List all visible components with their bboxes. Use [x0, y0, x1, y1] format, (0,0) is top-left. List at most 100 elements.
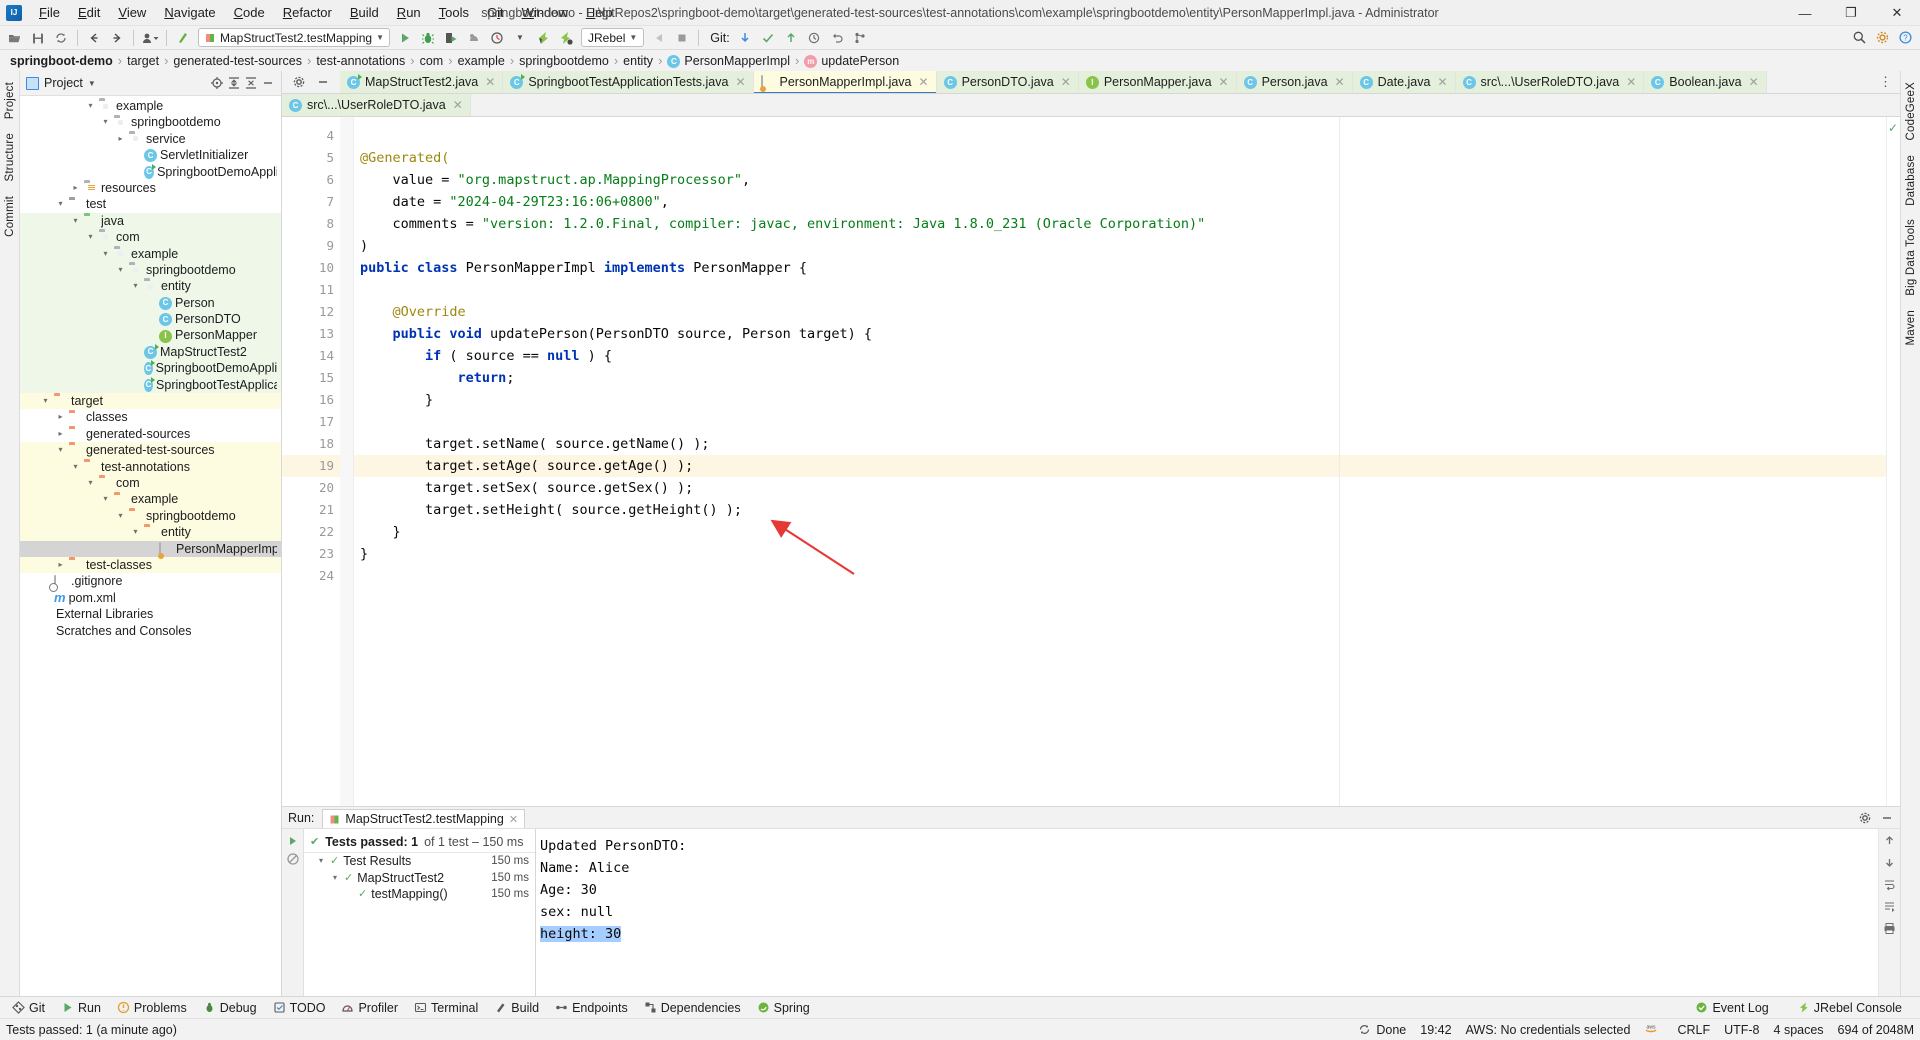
tree-node-generated-test-sources[interactable]: ▾generated-test-sources — [20, 442, 281, 458]
error-stripe-marker-bar[interactable]: ✓ — [1886, 117, 1900, 806]
rail-item-maven[interactable]: Maven — [1905, 303, 1917, 353]
tree-node-personmapperimpl-java[interactable]: PersonMapperImpl.java — [20, 541, 281, 557]
breadcrumb-item-8[interactable]: C PersonMapperImpl — [663, 53, 794, 69]
menu-tools[interactable]: Tools — [430, 1, 478, 24]
breadcrumb-item-9[interactable]: m updatePerson — [800, 53, 903, 69]
rail-item-commit[interactable]: Commit — [4, 189, 16, 244]
toolwindow-profiler[interactable]: Profiler — [333, 999, 406, 1017]
back-icon[interactable] — [83, 28, 105, 48]
hide-icon[interactable] — [261, 76, 275, 90]
hide-icon[interactable] — [316, 75, 330, 89]
tree-node-example[interactable]: ▾example — [20, 246, 281, 262]
tree-node-gitignore[interactable]: .gitignore — [20, 573, 281, 589]
menu-navigate[interactable]: Navigate — [155, 1, 224, 24]
git-update-icon[interactable] — [734, 28, 756, 48]
tree-node-springbootdemoapplicationtests[interactable]: CSpringbootDemoApplicationTests — [20, 360, 281, 376]
chevron-right-icon[interactable]: ▸ — [70, 180, 81, 196]
status-done[interactable]: Done — [1358, 1023, 1406, 1037]
toolwindow-terminal[interactable]: Terminal — [406, 999, 486, 1017]
editor-tab-personmapperimpl-java[interactable]: PersonMapperImpl.java✕ — [754, 71, 937, 93]
scroll-up-icon[interactable] — [1883, 834, 1896, 847]
tree-node-persondto[interactable]: CPersonDTO — [20, 311, 281, 327]
chevron-right-icon[interactable]: ▸ — [55, 409, 66, 425]
stop-icon[interactable] — [671, 28, 693, 48]
editor-tab-date-java[interactable]: CDate.java✕ — [1353, 71, 1456, 93]
tree-node-service[interactable]: ▸service — [20, 131, 281, 147]
editor-tab-src-userroledto-java[interactable]: Csrc\...\UserRoleDTO.java✕ — [1456, 71, 1645, 93]
status-19-42[interactable]: 19:42 — [1420, 1023, 1451, 1037]
editor-tab-springboottestapplicationtests-java[interactable]: CSpringbootTestApplicationTests.java✕ — [503, 71, 753, 93]
rail-item-bigdatatools[interactable]: Big Data Tools — [1905, 212, 1917, 303]
soft-wrap-icon[interactable] — [1883, 878, 1896, 891]
tree-node-servletinitializer[interactable]: CServletInitializer — [20, 147, 281, 163]
chevron-down-icon[interactable]: ▾ — [85, 475, 96, 491]
menu-view[interactable]: View — [109, 1, 155, 24]
branch-icon[interactable] — [849, 28, 871, 48]
status-694-of-2048m[interactable]: 694 of 2048M — [1838, 1023, 1914, 1037]
tree-node-external-libraries[interactable]: External Libraries — [20, 606, 281, 622]
toolwindow-run[interactable]: Run — [53, 999, 109, 1017]
chevron-down-icon[interactable]: ▾ — [130, 524, 141, 540]
close-icon[interactable]: ✕ — [509, 813, 518, 826]
menu-file[interactable]: File — [30, 1, 69, 24]
breadcrumb-item-5[interactable]: example — [454, 53, 509, 69]
rail-item-codegeex[interactable]: CodeGeeX — [1905, 75, 1917, 148]
editor-tab-src-userroledto-java[interactable]: Csrc\...\UserRoleDTO.java✕ — [282, 94, 471, 116]
editor-tab-personmapper-java[interactable]: IPersonMapper.java✕ — [1079, 71, 1237, 93]
tree-node-springbootdemo[interactable]: ▾springbootdemo — [20, 508, 281, 524]
breadcrumb-item-3[interactable]: test-annotations — [312, 53, 409, 69]
toolwindow-git[interactable]: Git — [4, 999, 53, 1017]
toolwindow-event-log[interactable]: Event Log — [1687, 999, 1776, 1017]
chevron-down-icon[interactable]: ▾ — [85, 229, 96, 245]
tree-node-com[interactable]: ▾com — [20, 475, 281, 491]
toolwindow-build[interactable]: Build — [486, 999, 547, 1017]
chevron-down-icon[interactable]: ▾ — [40, 393, 51, 409]
git-commit-icon[interactable] — [757, 28, 779, 48]
open-folder-icon[interactable] — [4, 28, 26, 48]
toolwindow-dependencies[interactable]: Dependencies — [636, 999, 749, 1017]
tree-node-scratches-and-consoles[interactable]: Scratches and Consoles — [20, 623, 281, 639]
breadcrumb-item-6[interactable]: springbootdemo — [515, 53, 613, 69]
collapse-all-icon[interactable] — [244, 76, 258, 90]
status-utf-8[interactable]: UTF-8 — [1724, 1023, 1759, 1037]
close-icon[interactable]: ✕ — [919, 75, 929, 89]
gear-icon[interactable] — [1858, 811, 1872, 825]
tree-node-classes[interactable]: ▸classes — [20, 409, 281, 425]
test-tree-rows[interactable]: ▾✓Test Results150 ms▾✓MapStructTest2150 … — [304, 853, 535, 903]
chevron-down-icon[interactable]: ▾ — [55, 442, 66, 458]
jrebel-run-icon[interactable] — [532, 28, 554, 48]
tree-node-test-classes[interactable]: ▸test-classes — [20, 557, 281, 573]
tree-node-springbootdemo[interactable]: ▾springbootdemo — [20, 114, 281, 130]
run-coverage-icon[interactable] — [440, 28, 462, 48]
tree-node-entity[interactable]: ▾entity — [20, 524, 281, 540]
close-icon[interactable]: ✕ — [1335, 75, 1345, 89]
test-results-tree[interactable]: ✔ Tests passed: 1 of 1 test – 150 ms ▾✓T… — [304, 829, 536, 996]
menu-window[interactable]: Window — [513, 1, 577, 24]
tree-node-com[interactable]: ▾com — [20, 229, 281, 245]
tree-node-personmapper[interactable]: IPersonMapper — [20, 327, 281, 343]
chevron-down-icon[interactable]: ▾ — [70, 213, 81, 229]
status-crlf[interactable]: CRLF — [1677, 1023, 1710, 1037]
close-button[interactable]: ✕ — [1874, 0, 1920, 26]
chevron-down-icon[interactable]: ▾ — [316, 853, 326, 870]
forward-icon[interactable] — [106, 28, 128, 48]
tree-node-generated-sources[interactable]: ▸generated-sources — [20, 426, 281, 442]
scroll-to-end-icon[interactable] — [1883, 900, 1896, 913]
editor-tab-mapstructtest2-java[interactable]: CMapStructTest2.java✕ — [340, 71, 503, 93]
tree-node-test-annotations[interactable]: ▾test-annotations — [20, 459, 281, 475]
close-icon[interactable]: ✕ — [1437, 75, 1447, 89]
gear-icon[interactable] — [1871, 28, 1893, 48]
chevron-down-icon-3[interactable]: ▼ — [629, 33, 637, 42]
run-tab[interactable]: MapStructTest2.testMapping ✕ — [322, 809, 525, 828]
chevron-down-icon-2[interactable]: ▼ — [509, 28, 531, 48]
toolwindow-debug[interactable]: Debug — [195, 999, 265, 1017]
status-4-spaces[interactable]: 4 spaces — [1774, 1023, 1824, 1037]
tree-node-springbootdemoapplication[interactable]: CSpringbootDemoApplication — [20, 164, 281, 180]
maximize-button[interactable]: ❐ — [1828, 0, 1874, 26]
chevron-down-icon[interactable]: ▾ — [55, 196, 66, 212]
editor-tab-persondto-java[interactable]: CPersonDTO.java✕ — [937, 71, 1079, 93]
hide-icon[interactable] — [1880, 811, 1894, 825]
menu-code[interactable]: Code — [225, 1, 274, 24]
status-aws[interactable]: aws — [1644, 1023, 1663, 1036]
chevron-down-icon[interactable]: ▾ — [115, 262, 126, 278]
